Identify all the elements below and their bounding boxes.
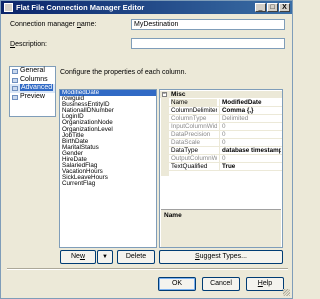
nav-item-preview[interactable]: Preview [10, 93, 55, 102]
description-pane: Name [161, 209, 281, 247]
connection-name-input[interactable]: MyDestination [131, 19, 285, 30]
minimize-button[interactable]: _ [255, 3, 266, 12]
new-dropdown-button[interactable]: ▼ [97, 250, 113, 264]
property-row[interactable]: InputColumnWidth0 [169, 123, 282, 131]
property-name: DataPrecision [171, 131, 211, 138]
property-name: InputColumnWidth [171, 123, 217, 130]
property-grid: − Misc Name ModifiedDate ColumnDelimiter Co… [159, 89, 283, 248]
property-value[interactable]: 0 [219, 123, 281, 130]
window-title: Flat File Connection Manager Editor [16, 3, 145, 12]
property-row[interactable]: ColumnType Delimited [169, 115, 282, 123]
nav-item-columns[interactable]: Columns [10, 76, 55, 85]
property-row[interactable]: OutputColumnWidth0 [169, 155, 282, 163]
resize-grip-icon[interactable] [283, 289, 290, 296]
property-row[interactable]: DataType database timestamp [169, 147, 282, 155]
columns-list[interactable]: ModifiedDate rowguid BusinessEntityID Natio… [59, 89, 157, 248]
collapse-icon[interactable]: − [162, 92, 167, 97]
category-label: Misc [171, 91, 186, 98]
nav-item-advanced[interactable]: Advanced [10, 84, 55, 93]
property-value[interactable]: database timestamp [219, 147, 281, 154]
help-button[interactable]: Help [246, 277, 284, 291]
description-title: Name [164, 212, 182, 219]
property-row[interactable]: TextQualified True [169, 163, 282, 171]
property-row[interactable]: DataPrecision 0 [169, 131, 282, 139]
category-row[interactable]: − Misc [160, 91, 282, 98]
property-name: DataType [171, 147, 198, 154]
description-label: Description: [10, 41, 47, 48]
instruction-text: Configure the properties of each column. [60, 69, 187, 76]
property-name: TextQualified [171, 163, 208, 170]
title-bar[interactable]: Flat File Connection Manager Editor _ □ … [1, 1, 292, 14]
app-icon [4, 3, 13, 12]
property-value[interactable]: True [219, 163, 281, 170]
page-icon [12, 77, 18, 83]
footer-divider [7, 268, 288, 270]
page-icon [12, 69, 18, 74]
column-list-item[interactable]: CurrentFlag [60, 181, 156, 187]
property-name: ColumnDelimiter [171, 107, 217, 114]
delete-button[interactable]: Delete [117, 250, 155, 264]
property-name: ColumnType [171, 115, 207, 122]
property-value[interactable]: 0 [219, 155, 281, 162]
property-name: Name [171, 99, 217, 106]
property-value[interactable]: Comma {,} [219, 107, 281, 114]
property-grid-margin [161, 91, 169, 176]
dropdown-arrow-icon: ▼ [102, 254, 108, 260]
property-name: DataScale [171, 139, 201, 146]
maximize-button[interactable]: □ [267, 3, 278, 12]
page-icon [12, 94, 18, 100]
property-value[interactable]: Delimited [219, 115, 281, 122]
cancel-button[interactable]: Cancel [202, 277, 240, 291]
new-button[interactable]: New [60, 250, 96, 264]
property-row[interactable]: DataScale 0 [169, 139, 282, 147]
dialog-window: Flat File Connection Manager Editor _ □ … [0, 0, 293, 299]
close-button[interactable]: X [279, 3, 290, 12]
property-value[interactable]: ModifiedDate [219, 99, 281, 106]
nav-item-general[interactable]: General [10, 67, 55, 76]
property-value[interactable]: 0 [219, 131, 281, 138]
property-name: OutputColumnWidth [171, 155, 217, 162]
connection-name-label: Connection manager name: [10, 21, 97, 28]
suggest-types-button[interactable]: Suggest Types... [159, 250, 283, 264]
ok-button[interactable]: OK [158, 277, 196, 291]
property-row[interactable]: Name ModifiedDate [169, 99, 282, 107]
page-navigation: General Columns Advanced Preview [9, 66, 56, 117]
description-input[interactable] [131, 38, 285, 49]
property-value[interactable]: 0 [219, 139, 281, 146]
property-row[interactable]: ColumnDelimiter Comma {,} [169, 107, 282, 115]
page-icon [12, 86, 18, 91]
